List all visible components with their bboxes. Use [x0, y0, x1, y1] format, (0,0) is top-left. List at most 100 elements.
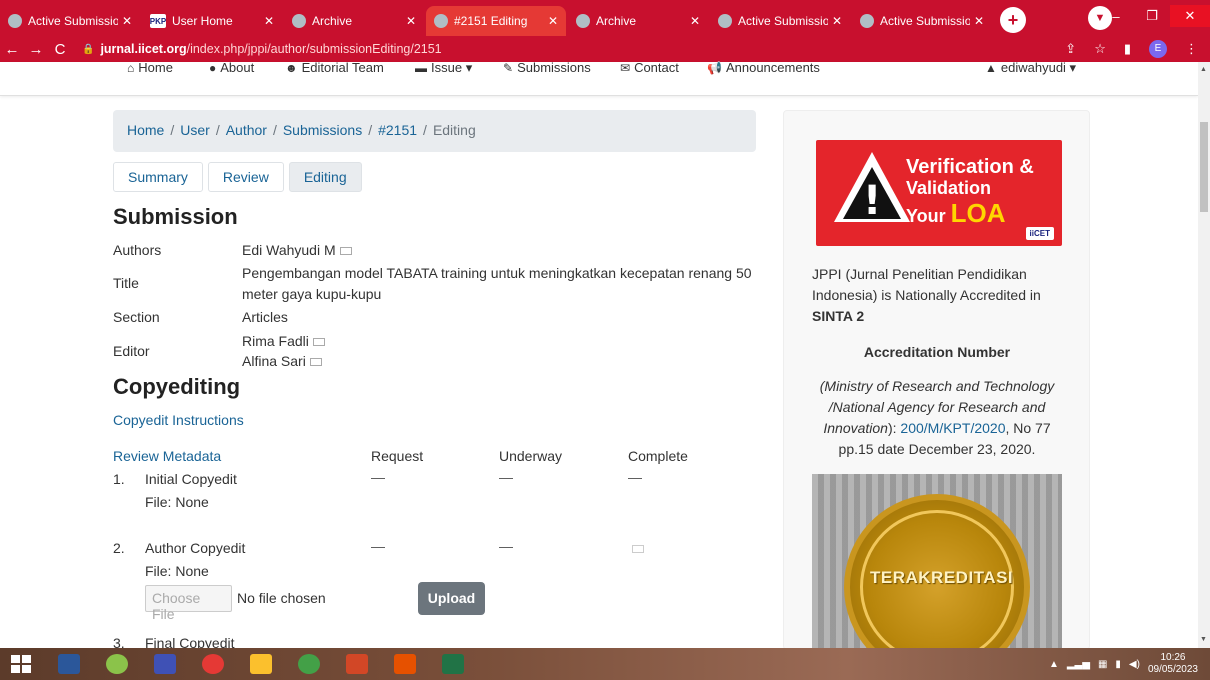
sidepanel-icon[interactable]: ▮: [1124, 41, 1131, 57]
review-metadata-link[interactable]: Review Metadata: [113, 448, 221, 464]
edit-icon: ✎: [503, 61, 514, 75]
url-field[interactable]: 🔒 jurnal.iicet.org/index.php/jppi/author…: [82, 42, 1065, 56]
tray-chevron-icon[interactable]: ▲: [1049, 659, 1059, 670]
underway-dash: —: [499, 469, 513, 485]
scroll-up-icon[interactable]: ▲: [1200, 66, 1207, 73]
minimize-icon[interactable]: –: [1098, 9, 1134, 24]
globe-icon: [576, 14, 590, 28]
excel-icon[interactable]: [432, 648, 474, 680]
underway-dash: —: [499, 538, 513, 554]
editor-label: Editor: [113, 343, 150, 359]
address-bar: ← → C 🔒 jurnal.iicet.org/index.php/jppi/…: [0, 36, 1210, 62]
back-arrow-icon[interactable]: ←: [0, 41, 24, 58]
globe-icon: [718, 14, 732, 28]
signal-icon[interactable]: ▂▃▅: [1067, 659, 1090, 670]
row-name: Final Copyedit: [145, 638, 235, 648]
browser-tab-active[interactable]: #2151 Editing ✕: [426, 6, 566, 36]
browser-tab[interactable]: Archive ✕: [284, 6, 424, 36]
site-navbar: ⌂ Home ● About ☻ Editorial Team ▬ Issue ▾ ✎ S…: [0, 60, 1198, 96]
new-tab-button[interactable]: +: [1000, 7, 1026, 33]
profile-avatar[interactable]: E: [1149, 40, 1167, 58]
reload-icon[interactable]: C: [48, 41, 72, 58]
upload-button[interactable]: Upload: [418, 582, 485, 615]
browser-tab[interactable]: Active Submission ✕: [0, 6, 140, 36]
decree-link[interactable]: 200/M/KPT/2020: [900, 420, 1005, 436]
title-value-line1: Pengembangan model TABATA training untuk…: [242, 265, 752, 281]
acrobat-icon[interactable]: [384, 648, 426, 680]
nav-home[interactable]: ⌂ Home: [127, 60, 173, 75]
globe-icon: [8, 14, 22, 28]
nav-announcements[interactable]: 📢 Announcements: [707, 60, 820, 75]
row-name: Initial Copyedit: [145, 471, 237, 487]
browser-tab[interactable]: PKP User Home ✕: [142, 6, 282, 36]
row-name: Author Copyedit: [145, 540, 246, 556]
close-icon[interactable]: ✕: [690, 14, 700, 28]
file-explorer-icon[interactable]: [240, 648, 282, 680]
nav-about[interactable]: ● About: [209, 60, 254, 75]
restore-icon[interactable]: ❐: [1134, 8, 1170, 24]
close-icon[interactable]: ✕: [406, 14, 416, 28]
system-tray: ▲ ▂▃▅ ▦ ▮ ◀) 10:26 09/05/2023: [1049, 648, 1198, 680]
breadcrumb-submission-id[interactable]: #2151: [378, 122, 417, 138]
accreditation-text-1: JPPI (Jurnal Penelitian Pendidikan: [812, 266, 1027, 282]
close-icon[interactable]: ✕: [548, 14, 558, 28]
scroll-down-icon[interactable]: ▼: [1200, 636, 1207, 643]
column-complete: Complete: [628, 448, 688, 464]
email-icon[interactable]: [312, 338, 325, 347]
close-icon[interactable]: ✕: [832, 14, 842, 28]
tab-summary[interactable]: Summary: [113, 162, 203, 192]
editor-value-1: Rima Fadli: [242, 333, 325, 349]
row-file: File: None: [145, 563, 209, 579]
breadcrumb-author[interactable]: Author: [226, 122, 267, 138]
page-scrollbar[interactable]: ▲ ▼: [1198, 62, 1210, 648]
menu-kebab-icon[interactable]: ⋮: [1185, 41, 1198, 57]
sinta-label: SINTA 2: [812, 308, 865, 324]
word-icon[interactable]: [48, 648, 90, 680]
loa-verification-banner[interactable]: ! Verification & Validation Your LOA iiC…: [816, 140, 1062, 246]
windows-start-icon[interactable]: [0, 648, 42, 680]
battery-icon[interactable]: ▮: [1115, 659, 1121, 670]
close-icon[interactable]: ✕: [264, 14, 274, 28]
tab-review[interactable]: Review: [207, 162, 284, 192]
chrome-profile-icon[interactable]: [288, 648, 330, 680]
choose-file-button[interactable]: Choose File: [145, 585, 232, 622]
nav-editorial-team[interactable]: ☻ Editorial Team: [285, 60, 384, 75]
nav-submissions[interactable]: ✎ Submissions: [503, 60, 591, 75]
star-icon[interactable]: ☆: [1094, 41, 1106, 57]
ministry-text-4: pp.15 date December 23, 2020.: [838, 441, 1036, 457]
submission-tabs: Summary Review Editing: [113, 162, 362, 192]
browser-tab[interactable]: Active Submission ✕: [710, 6, 850, 36]
user-menu[interactable]: ▲ ediwahyudi ▾: [985, 60, 1076, 76]
nav-contact[interactable]: ✉ Contact: [620, 60, 679, 75]
email-icon[interactable]: [309, 358, 322, 367]
close-icon[interactable]: ✕: [974, 14, 984, 28]
row-number: 1.: [113, 471, 125, 487]
row-file: File: None: [145, 494, 209, 510]
scrollbar-thumb[interactable]: [1200, 122, 1208, 212]
request-dash: —: [371, 538, 385, 554]
accreditation-text-2: Indonesia) is Nationally Accredited in: [812, 287, 1041, 303]
copyedit-instructions-link[interactable]: Copyedit Instructions: [113, 412, 244, 428]
tab-editing[interactable]: Editing: [288, 162, 362, 192]
breadcrumb-home[interactable]: Home: [127, 122, 164, 138]
email-icon[interactable]: [339, 247, 352, 256]
breadcrumb-user[interactable]: User: [180, 122, 210, 138]
browser-tab[interactable]: Active Submission ✕: [852, 6, 992, 36]
breadcrumb-submissions[interactable]: Submissions: [283, 122, 362, 138]
chrome-icon[interactable]: [192, 648, 234, 680]
volume-icon[interactable]: ◀): [1129, 659, 1140, 670]
globe-icon: [434, 14, 448, 28]
clock[interactable]: 10:26 09/05/2023: [1148, 652, 1198, 676]
browser-tab[interactable]: Archive ✕: [568, 6, 708, 36]
share-icon[interactable]: ⇪: [1065, 41, 1076, 57]
paint-icon[interactable]: [96, 648, 138, 680]
close-icon[interactable]: ✕: [122, 14, 132, 28]
network-icon[interactable]: ▦: [1098, 659, 1107, 670]
powerpoint-icon[interactable]: [336, 648, 378, 680]
app-icon[interactable]: [144, 648, 186, 680]
exclamation-icon: !: [863, 178, 882, 224]
nav-issue[interactable]: ▬ Issue ▾: [415, 60, 472, 76]
forward-arrow-icon[interactable]: →: [24, 41, 48, 58]
close-window-icon[interactable]: ✕: [1170, 5, 1210, 27]
email-icon[interactable]: [632, 545, 644, 553]
